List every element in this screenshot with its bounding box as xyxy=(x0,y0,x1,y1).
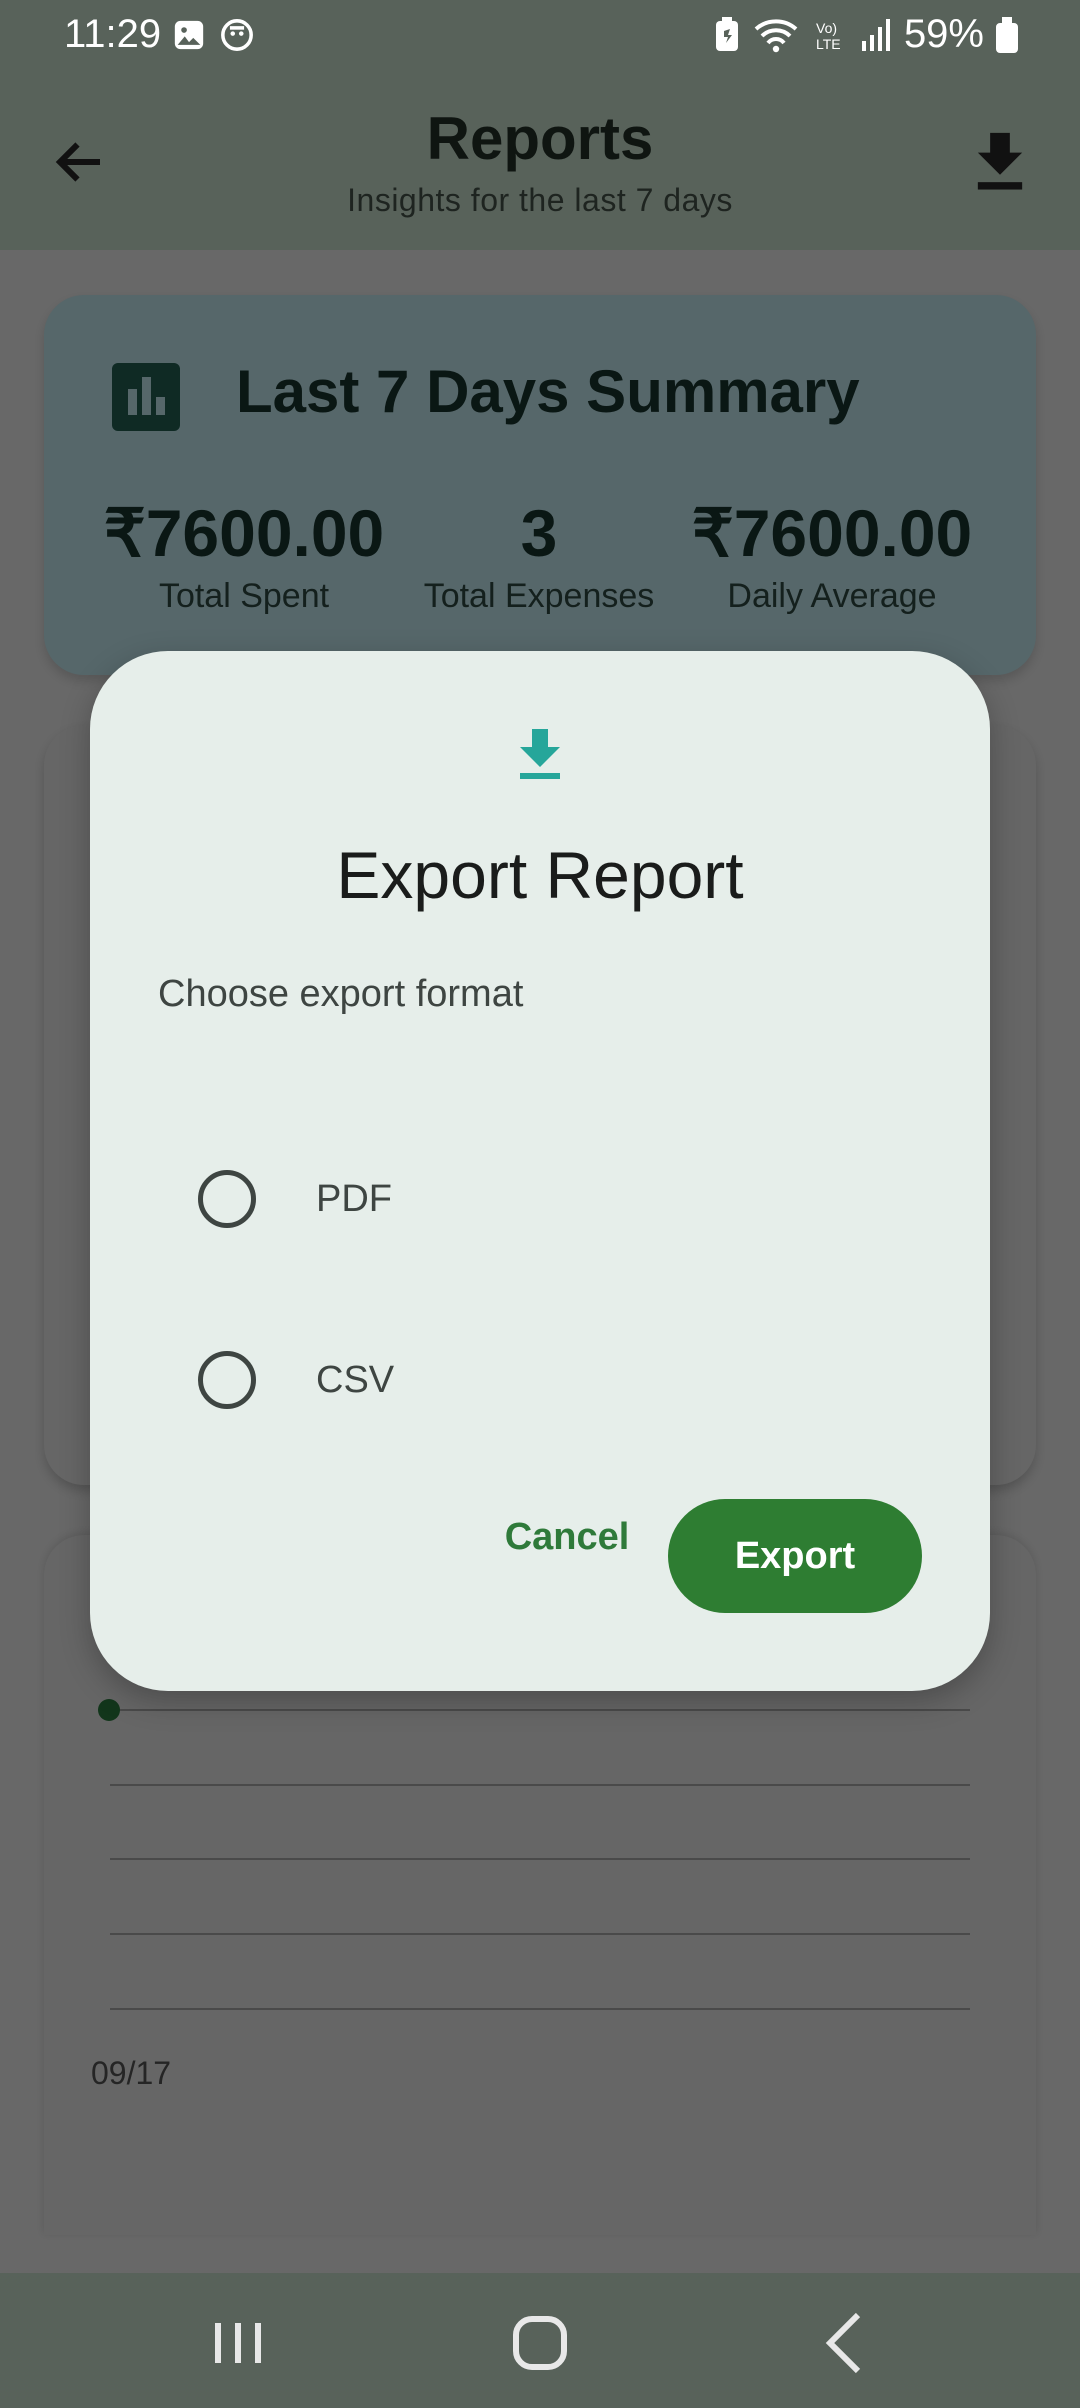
stat-value: 3 xyxy=(520,496,558,570)
chart-x-label: 09/17 xyxy=(91,2055,172,2091)
stat-value: ₹7600.00 xyxy=(691,496,973,570)
option-label: PDF xyxy=(316,1177,392,1220)
summary-card: Last 7 Days Summary ₹7600.00 Total Spent… xyxy=(44,295,1036,675)
option-csv[interactable]: CSV xyxy=(198,1330,798,1430)
chart-data-point xyxy=(98,1699,120,1721)
export-button[interactable]: Export xyxy=(668,1499,922,1613)
dialog-subtitle: Choose export format xyxy=(158,973,524,1015)
export-dialog: Export Report Choose export format PDF C… xyxy=(90,651,990,1691)
dialog-title: Export Report xyxy=(336,838,744,912)
volte-icon: Vo)LTE xyxy=(816,20,841,52)
home-icon[interactable] xyxy=(500,2303,580,2383)
stat-label: Daily Average xyxy=(727,577,937,615)
grid-line xyxy=(110,1709,970,1711)
stat-daily-average: ₹7600.00 Daily Average xyxy=(682,495,982,616)
grid-line xyxy=(110,1784,970,1786)
back-icon[interactable] xyxy=(806,2303,886,2383)
navigation-bar xyxy=(0,2273,1080,2408)
download-icon xyxy=(520,729,560,779)
page-title: Reports xyxy=(426,105,654,172)
stat-label: Total Expenses xyxy=(423,577,655,615)
signal-icon xyxy=(861,18,890,51)
app-bar: Reports Insights for the last 7 days xyxy=(0,70,1080,250)
bar-chart-icon xyxy=(112,363,180,431)
radio-button[interactable] xyxy=(198,1170,256,1228)
stat-label: Total Spent xyxy=(158,577,330,615)
wifi-icon xyxy=(754,18,798,52)
download-icon[interactable] xyxy=(970,128,1030,192)
svg-text:LTE: LTE xyxy=(816,36,841,52)
radio-button[interactable] xyxy=(198,1351,256,1409)
page-subtitle: Insights for the last 7 days xyxy=(347,182,733,218)
svg-text:Vo): Vo) xyxy=(816,20,837,36)
stat-total-expenses: 3 Total Expenses xyxy=(389,495,689,616)
recents-icon[interactable] xyxy=(198,2303,278,2383)
option-label: CSV xyxy=(316,1358,395,1401)
grid-line xyxy=(110,1858,970,1860)
grid-line xyxy=(110,2008,970,2010)
grid-line xyxy=(110,1933,970,1935)
stat-value: ₹7600.00 xyxy=(103,496,385,570)
status-time: 11:29 xyxy=(64,12,162,56)
stat-total-spent: ₹7600.00 Total Spent xyxy=(94,495,394,616)
battery-percentage: 59% xyxy=(903,12,984,56)
status-bar: 11:29 Vo) LTE 59% xyxy=(0,0,1080,70)
battery-saver-icon xyxy=(715,16,738,51)
face-icon xyxy=(221,19,253,51)
image-icon xyxy=(174,20,204,50)
cancel-button[interactable]: Cancel xyxy=(472,1491,662,1583)
summary-title: Last 7 Days Summary xyxy=(236,358,860,425)
option-pdf[interactable]: PDF xyxy=(198,1149,798,1249)
battery-icon xyxy=(996,16,1018,53)
